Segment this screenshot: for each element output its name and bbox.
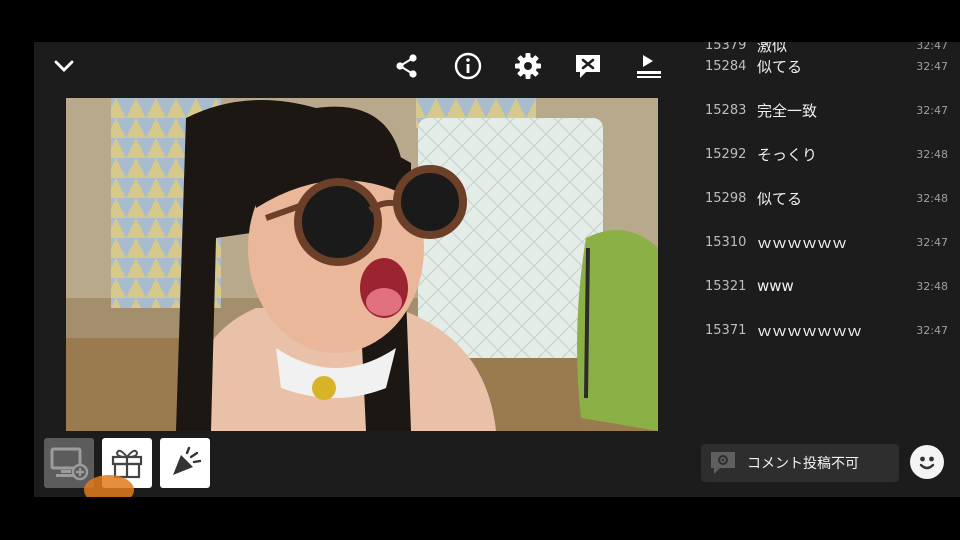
comment-time: 32:47 — [916, 323, 948, 337]
share-icon[interactable] — [393, 52, 421, 80]
notification-dot — [84, 475, 134, 497]
info-icon[interactable] — [454, 52, 482, 80]
video-player[interactable] — [66, 98, 658, 431]
comment-time: 32:47 — [916, 59, 948, 73]
cracker-button[interactable] — [160, 438, 210, 488]
comment-text: そっくり — [757, 145, 818, 164]
comment-time: 32:48 — [916, 191, 948, 205]
comment-text: ｗｗｗｗｗｗｗ — [757, 321, 863, 340]
comment-time: 32:47 — [916, 103, 948, 117]
comment-number: 15298 — [705, 190, 747, 206]
comment-row: 15283 完全一致 32:47 — [694, 97, 960, 123]
comment-text: www — [757, 277, 794, 295]
comment-time: 32:48 — [916, 279, 948, 293]
screen-add-icon — [50, 447, 89, 481]
comment-number: 15284 — [705, 58, 747, 74]
comment-status-box: コメント投稿不可 — [701, 444, 899, 482]
comment-time: 32:48 — [916, 147, 948, 161]
comment-number: 15310 — [705, 234, 747, 250]
stream-video — [66, 98, 658, 431]
comment-row: 15298 似てる 32:48 — [694, 185, 960, 211]
comment-number: 15321 — [705, 278, 747, 294]
chevron-down-icon[interactable] — [50, 52, 78, 80]
comment-row: 15310 ｗｗｗｗｗｗ 32:47 — [694, 229, 960, 255]
comment-text: 似てる — [757, 57, 803, 76]
comment-number: 15371 — [705, 322, 747, 338]
comment-number: 15283 — [705, 102, 747, 118]
comment-row: 15284 似てる 32:47 — [694, 53, 960, 79]
comment-row: 15321 www 32:48 — [694, 273, 960, 299]
smiley-icon — [919, 456, 935, 470]
comment-row: 15371 ｗｗｗｗｗｗｗ 32:47 — [694, 317, 960, 343]
comment-time: 32:47 — [916, 235, 948, 249]
gear-icon[interactable] — [514, 52, 542, 80]
live-player: 15379 激似 32:47 15284 似てる 32:47 15283 完全一… — [34, 42, 960, 497]
smiley-button[interactable] — [910, 445, 944, 479]
comment-list: 15379 激似 32:47 15284 似てる 32:47 15283 完全一… — [694, 42, 960, 397]
comment-text: 似てる — [757, 189, 803, 208]
cracker-icon — [173, 446, 202, 475]
comment-status-text: コメント投稿不可 — [747, 456, 859, 472]
playlist-icon[interactable] — [635, 52, 663, 80]
comment-text: ｗｗｗｗｗｗ — [757, 233, 848, 252]
comment-off-icon[interactable] — [574, 52, 602, 80]
comment-settings-icon — [711, 452, 735, 474]
comment-time: 32:47 — [916, 42, 948, 52]
comment-number: 15379 — [705, 42, 747, 53]
comment-text: 完全一致 — [757, 101, 818, 120]
comment-row: 15292 そっくり 32:48 — [694, 141, 960, 167]
screen-add-button[interactable] — [44, 438, 94, 488]
comment-number: 15292 — [705, 146, 747, 162]
